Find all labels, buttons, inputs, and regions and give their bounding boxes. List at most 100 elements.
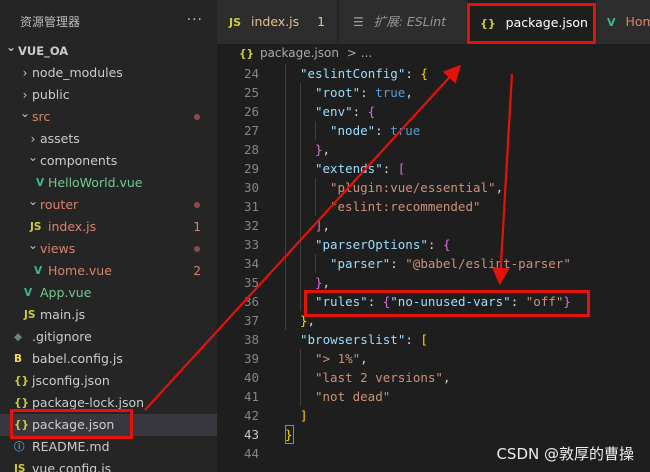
tab-eslint-extension[interactable]: ☰ 扩展: ESLint <box>339 0 467 44</box>
tree-item-label: babel.config.js <box>32 351 123 366</box>
code-token: , <box>322 218 331 233</box>
problem-count-badge: 2 <box>193 264 201 278</box>
tab-highlight-box <box>467 3 596 44</box>
tree-item-label: index.js <box>48 219 97 234</box>
tree-folder-views[interactable]: ⌄ views <box>0 238 217 260</box>
vue-file-icon: V <box>34 265 43 277</box>
code-line[interactable]: "parserOptions": { <box>315 235 450 254</box>
tree-file-README.md[interactable]: ⓘ README.md <box>0 436 217 458</box>
code-token: : <box>405 66 421 81</box>
tree-file-Home.vue[interactable]: V Home.vue 2 <box>0 260 217 282</box>
code-line[interactable]: "last 2 versions", <box>315 368 450 387</box>
babel-file-icon: B <box>14 353 23 365</box>
tree-item-label: node_modules <box>32 65 123 80</box>
tree-item-label: main.js <box>40 307 86 322</box>
tab-label: Hom <box>625 14 650 29</box>
code-line[interactable]: "parser": "@babel/eslint-parser" <box>330 254 571 273</box>
vue-file-icon: V <box>36 177 45 189</box>
code-line[interactable]: ] <box>300 406 308 425</box>
breadcrumb-file[interactable]: package.json <box>260 46 339 60</box>
tree-folder-components[interactable]: ⌄ components <box>0 150 217 172</box>
code-line[interactable]: "browserslist": [ <box>300 330 428 349</box>
tree-file-babel.config.js[interactable]: Bbabel.config.js <box>0 348 217 370</box>
chevron-down-icon[interactable]: ⌄ <box>6 40 16 54</box>
line-number: 36 <box>243 294 259 309</box>
project-root[interactable]: ⌄ VUE_OA <box>0 40 217 62</box>
chevron-down-icon[interactable]: ⌄ <box>20 106 30 120</box>
tree-item-label: views <box>40 241 76 256</box>
code-token: , <box>322 275 331 290</box>
tree-folder-router[interactable]: ⌄ router <box>0 194 217 216</box>
tree-file-.gitignore[interactable]: ◆ .gitignore <box>0 326 217 348</box>
code-line[interactable]: "eslintConfig": { <box>300 64 428 83</box>
tree-folder-assets[interactable]: › assets <box>0 128 217 150</box>
tree-file-HelloWorld.vue[interactable]: V HelloWorld.vue <box>0 172 217 194</box>
problem-count-badge: 1 <box>193 220 201 234</box>
code-token: "last 2 versions" <box>315 370 443 385</box>
modified-dot-icon <box>194 114 200 120</box>
code-line[interactable]: "not dead" <box>315 387 390 406</box>
tree-file-vue.config.js[interactable]: JS vue.config.js <box>0 458 217 472</box>
tree-item-label: Home.vue <box>48 263 112 278</box>
breadcrumb-rest[interactable]: ... <box>361 46 372 60</box>
explorer-sidebar: 资源管理器 ··· ⌄ VUE_OA › node_modules › public ⌄ sr… <box>0 0 217 472</box>
tree-item-label: README.md <box>32 439 110 454</box>
chevron-right-icon[interactable]: › <box>20 62 30 84</box>
js-file-icon: JS <box>24 309 36 321</box>
more-actions-icon[interactable]: ··· <box>187 0 203 44</box>
code-token: , <box>360 351 368 366</box>
tree-folder-public[interactable]: › public <box>0 84 217 106</box>
js-file-icon: JS <box>30 221 42 233</box>
code-token: { <box>367 104 376 119</box>
tree-file-App.vue[interactable]: V App.vue <box>0 282 217 304</box>
tab-home-vue[interactable]: V Hom <box>597 0 650 44</box>
code-token: "extends" <box>315 161 383 176</box>
code-line[interactable]: "> 1%", <box>315 349 368 368</box>
code-token: [ <box>397 161 406 176</box>
line-number: 30 <box>243 180 259 195</box>
line-number: 25 <box>243 85 259 100</box>
chevron-down-icon[interactable]: ⌄ <box>28 194 38 208</box>
code-token: } <box>315 142 323 157</box>
line-number: 31 <box>243 199 259 214</box>
code-line[interactable]: ], <box>315 216 330 235</box>
watermark: CSDN @敦厚的曹操 <box>496 445 634 463</box>
code-line[interactable]: "plugin:vue/essential", <box>330 178 503 197</box>
tab-index-js[interactable]: JS index.js 1 <box>217 0 338 44</box>
tree-item-label: HelloWorld.vue <box>48 175 143 190</box>
tree-folder-src[interactable]: ⌄ src <box>0 106 217 128</box>
code-token: "browserslist" <box>300 332 406 347</box>
js-file-icon: JS <box>14 463 26 472</box>
line-number: 34 <box>243 256 259 271</box>
code-token: "eslint:recommended" <box>330 199 481 214</box>
tree-item-label: src <box>32 109 51 124</box>
code-token: "root" <box>315 85 361 100</box>
code-line[interactable]: "env": { <box>315 102 375 121</box>
tab-label: 扩展: ESLint <box>373 14 447 29</box>
code-line[interactable]: "root": true, <box>315 83 413 102</box>
code-token: "node" <box>330 123 376 138</box>
tree-file-index.js[interactable]: JS index.js 1 <box>0 216 217 238</box>
tree-file-jsconfig.json[interactable]: {} jsconfig.json <box>0 370 217 392</box>
code-token: true <box>375 85 406 100</box>
line-number: 41 <box>243 389 259 404</box>
chevron-right-icon[interactable]: › <box>20 84 30 106</box>
indent-guide <box>285 64 286 330</box>
chevron-down-icon[interactable]: ⌄ <box>28 238 38 252</box>
code-line[interactable]: }, <box>315 140 330 159</box>
code-token: "plugin:vue/essential" <box>330 180 496 195</box>
tree-folder-node_modules[interactable]: › node_modules <box>0 62 217 84</box>
code-token: "not dead" <box>315 389 391 404</box>
chevron-down-icon[interactable]: ⌄ <box>28 150 38 164</box>
code-line[interactable]: "eslint:recommended" <box>330 197 481 216</box>
line-number: 38 <box>243 332 259 347</box>
code-token: "parser" <box>330 256 391 271</box>
indent-guide <box>315 121 316 140</box>
code-line[interactable]: "node": true <box>330 121 420 140</box>
code-line[interactable]: "extends": [ <box>315 159 405 178</box>
tree-file-main.js[interactable]: JS main.js <box>0 304 217 326</box>
chevron-right-icon[interactable]: › <box>28 128 38 150</box>
extension-icon: ☰ <box>353 15 364 29</box>
json-file-icon: {} <box>239 48 254 60</box>
line-number: 37 <box>243 313 259 328</box>
